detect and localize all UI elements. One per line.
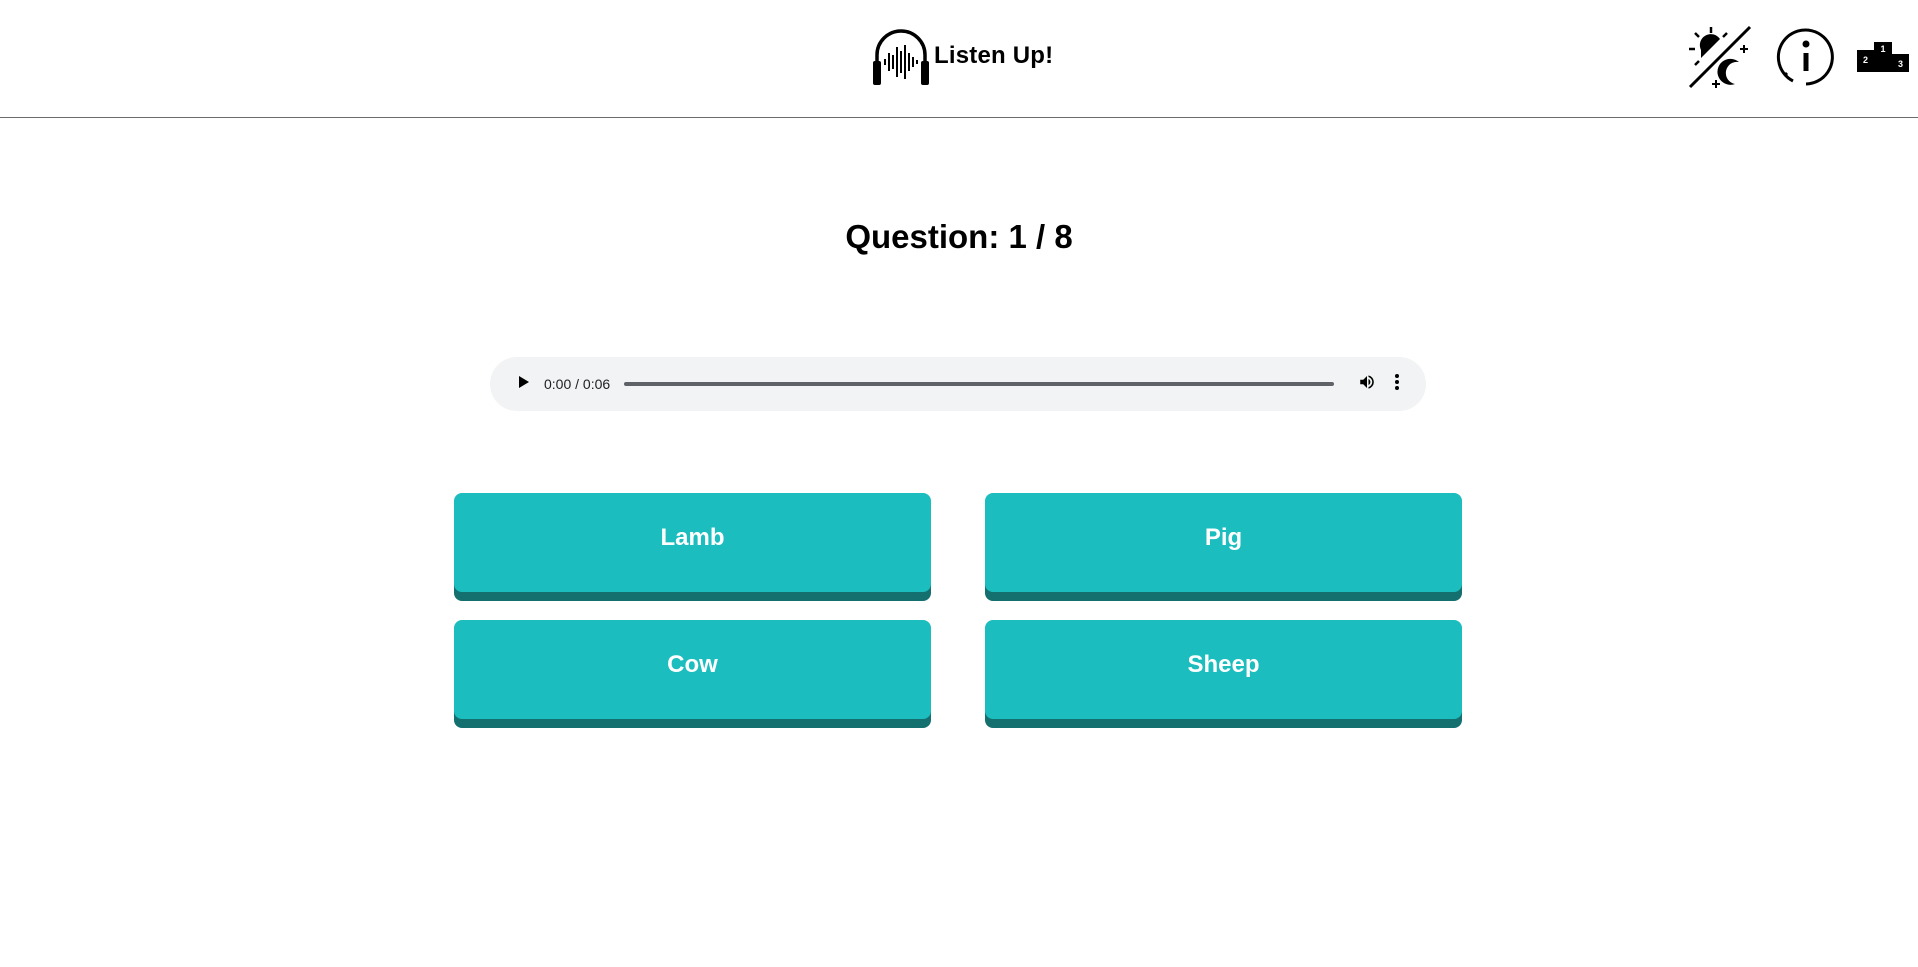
answer-label: Pig [1204, 524, 1243, 551]
answer-label: Sheep [1187, 651, 1260, 678]
info-button[interactable] [1775, 27, 1837, 87]
podium-label-2: 2 [1863, 55, 1868, 65]
brand[interactable]: Listen Up! [872, 24, 1053, 88]
answer-button-cow[interactable]: Cow [454, 620, 931, 719]
app-title: Listen Up! [934, 42, 1054, 69]
answer-label: Cow [667, 651, 718, 678]
info-icon [1775, 27, 1837, 87]
more-vert-icon [1394, 373, 1400, 396]
answer-label: Lamb [660, 524, 725, 551]
app-header: Listen Up! 2 1 3 [0, 0, 1918, 118]
audio-player: 0:00 / 0:06 [490, 357, 1426, 411]
play-button[interactable] [508, 369, 538, 399]
answer-button-lamb[interactable]: Lamb [454, 493, 931, 592]
podium-label-3: 3 [1898, 59, 1903, 69]
answer-button-pig[interactable]: Pig [985, 493, 1462, 592]
podium-label-1: 1 [1880, 44, 1885, 54]
theme-toggle-button[interactable] [1687, 24, 1753, 90]
play-icon [516, 375, 530, 394]
headphones-waveform-icon [872, 25, 930, 87]
podium-icon: 2 1 3 [1857, 38, 1909, 74]
question-counter: Question: 1 / 8 [845, 218, 1073, 255]
volume-button[interactable] [1352, 369, 1382, 399]
volume-icon [1358, 373, 1376, 396]
audio-time: 0:00 / 0:06 [544, 376, 611, 392]
more-options-button[interactable] [1382, 369, 1412, 399]
answer-button-sheep[interactable]: Sheep [985, 620, 1462, 719]
leaderboard-button[interactable]: 2 1 3 [1857, 38, 1909, 74]
sun-moon-icon [1687, 24, 1753, 90]
audio-progress-slider[interactable] [624, 382, 1334, 386]
